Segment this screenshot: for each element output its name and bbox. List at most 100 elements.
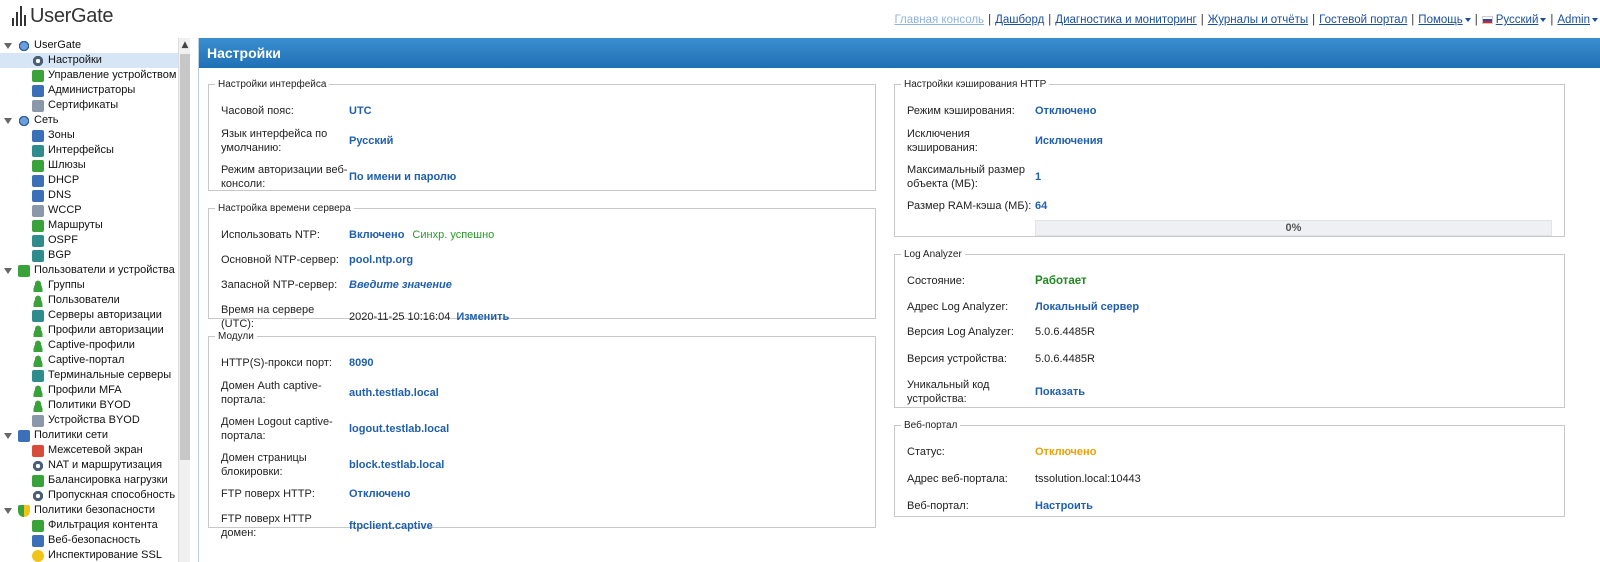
language-link[interactable]: Русский xyxy=(349,135,393,147)
tree-group-security-policies[interactable]: Политики безопасности xyxy=(0,503,155,518)
block-domain-link[interactable]: block.testlab.local xyxy=(349,459,444,471)
dns-icon xyxy=(32,189,44,202)
auth-mode-row: Режим авторизации веб-консоли: По имени и… xyxy=(221,164,457,190)
users-devices-icon xyxy=(18,264,30,277)
sidebar-item-content-filter[interactable]: Фильтрация контента xyxy=(32,518,158,533)
auth-mode-link[interactable]: По имени и паролю xyxy=(349,171,456,183)
logout-domain-row: Домен Logout captive-портала: logout.test… xyxy=(221,416,450,442)
sidebar-item-routes[interactable]: Маршруты xyxy=(32,218,103,233)
logout-domain-link[interactable]: logout.testlab.local xyxy=(349,423,449,435)
scrollbar-thumb[interactable] xyxy=(180,54,190,460)
sidebar-item-nat[interactable]: NAT и маршрутизация xyxy=(32,458,162,473)
http-cache-box: Настройки кэширования HTTP Режим кэширов… xyxy=(894,79,1565,237)
nav-main-console[interactable]: Главная консоль xyxy=(894,14,984,26)
sidebar-item-byod-devices[interactable]: Устройства BYOD xyxy=(32,413,140,428)
portal-status-row: Статус: Отключено xyxy=(907,446,1097,458)
nav-logs-reports[interactable]: Журналы и отчёты xyxy=(1208,14,1308,26)
sidebar-item-gateways[interactable]: Шлюзы xyxy=(32,158,86,173)
gateways-icon xyxy=(32,159,44,172)
expand-triangle-icon[interactable] xyxy=(4,267,12,274)
sidebar-item-admins[interactable]: Администраторы xyxy=(32,83,135,98)
nav-admin[interactable]: Admin xyxy=(1557,14,1598,26)
sidebar-item-mfa-profiles[interactable]: Профили MFA xyxy=(32,383,122,398)
captive-portal-icon xyxy=(32,354,44,367)
http-cache-legend: Настройки кэширования HTTP xyxy=(904,79,1047,90)
ntp-toggle-link[interactable]: Включено xyxy=(349,229,404,241)
sidebar-scrollbar[interactable]: ▲ xyxy=(178,38,190,562)
scroll-up-icon[interactable]: ▲ xyxy=(179,38,190,52)
sidebar-item-interfaces[interactable]: Интерфейсы xyxy=(32,143,114,158)
sidebar-item-auth-profiles[interactable]: Профили авторизации xyxy=(32,323,164,338)
sidebar-item-certificates[interactable]: Сертификаты xyxy=(32,98,118,113)
proxy-port-link[interactable]: 8090 xyxy=(349,357,373,369)
nav-help[interactable]: Помощь xyxy=(1418,14,1471,26)
ftp-toggle-link[interactable]: Отключено xyxy=(349,488,410,500)
proxy-port-row: HTTP(S)-прокси порт: 8090 xyxy=(221,357,374,369)
certificate-icon xyxy=(32,99,44,112)
network-policies-icon xyxy=(18,429,30,442)
chevron-down-icon xyxy=(1592,17,1598,22)
sidebar-item-groups[interactable]: Группы xyxy=(32,278,85,293)
sidebar-item-dns[interactable]: DNS xyxy=(32,188,71,203)
auth-domain-link[interactable]: auth.testlab.local xyxy=(349,387,439,399)
ftp-row: FTP поверх HTTP: Отключено xyxy=(221,488,411,500)
sidebar-item-auth-servers[interactable]: Серверы авторизации xyxy=(32,308,162,323)
sidebar-item-web-security[interactable]: Веб-безопасность xyxy=(32,533,140,548)
backup-ntp-input[interactable]: Введите значение xyxy=(349,279,452,291)
configure-portal-link[interactable]: Настроить xyxy=(1035,500,1093,512)
sidebar-item-bgp[interactable]: BGP xyxy=(32,248,71,263)
modules-box: Модули HTTP(S)-прокси порт: 8090 Домен Au… xyxy=(208,331,876,539)
change-time-link[interactable]: Изменить xyxy=(456,311,509,323)
sidebar-item-ospf[interactable]: OSPF xyxy=(32,233,78,248)
web-security-icon xyxy=(32,534,44,547)
sidebar-item-firewall[interactable]: Межсетевой экран xyxy=(32,443,143,458)
sidebar-item-device-management[interactable]: Управление устройством xyxy=(32,68,176,83)
network-icon xyxy=(18,114,30,127)
ftp-domain-link[interactable]: ftpclient.captive xyxy=(349,520,433,532)
nav-guest-portal[interactable]: Гостевой портал xyxy=(1319,14,1407,26)
mfa-icon xyxy=(32,384,44,397)
zones-icon xyxy=(32,129,44,142)
tree-group-network[interactable]: Сеть xyxy=(0,113,58,128)
web-portal-box: Веб-портал Статус: Отключено Адрес веб-по… xyxy=(894,420,1565,517)
expand-triangle-icon[interactable] xyxy=(4,432,12,439)
sidebar-item-bandwidth[interactable]: Пропускная способность xyxy=(32,488,175,503)
expand-triangle-icon[interactable] xyxy=(4,117,12,124)
firewall-icon xyxy=(32,444,44,457)
nav-diagnostics[interactable]: Диагностика и мониторинг xyxy=(1055,14,1196,26)
sidebar-item-ssl-inspection[interactable]: Инспектирование SSL xyxy=(32,548,162,562)
tree-group-usergate[interactable]: UserGate xyxy=(0,38,81,53)
expand-triangle-icon[interactable] xyxy=(4,507,12,514)
max-object-size-link[interactable]: 1 xyxy=(1035,171,1041,183)
tree-group-network-policies[interactable]: Политики сети xyxy=(0,428,108,443)
bgp-icon xyxy=(32,249,44,262)
sidebar-item-load-balancing[interactable]: Балансировка нагрузки xyxy=(32,473,168,488)
server-time-row: Время на сервере (UTC): 2020-11-25 10:16:… xyxy=(221,304,510,330)
la-address-link[interactable]: Локальный сервер xyxy=(1035,301,1139,313)
sidebar-item-captive-portal[interactable]: Captive-портал xyxy=(32,353,124,368)
show-unique-code-link[interactable]: Показать xyxy=(1035,386,1085,398)
modules-legend: Модули xyxy=(218,331,254,342)
users-icon xyxy=(32,294,44,307)
sidebar-item-captive-profiles[interactable]: Captive-профили xyxy=(32,338,135,353)
sidebar-item-byod-policies[interactable]: Политики BYOD xyxy=(32,398,131,413)
nav-dashboard[interactable]: Дашборд xyxy=(995,14,1044,26)
sidebar-item-dhcp[interactable]: DHCP xyxy=(32,173,79,188)
interfaces-icon xyxy=(32,144,44,157)
bandwidth-icon xyxy=(32,489,44,502)
cache-mode-link[interactable]: Отключено xyxy=(1035,105,1096,117)
sidebar-item-users[interactable]: Пользователи xyxy=(32,293,120,308)
primary-ntp-link[interactable]: pool.ntp.org xyxy=(349,254,413,266)
sidebar-item-terminal-servers[interactable]: Терминальные серверы xyxy=(32,368,171,383)
sidebar-item-settings[interactable]: Настройки xyxy=(0,53,178,68)
timezone-link[interactable]: UTC xyxy=(349,105,372,117)
sidebar-item-wccp[interactable]: WCCP xyxy=(32,203,82,218)
ram-cache-link[interactable]: 64 xyxy=(1035,200,1047,212)
ftp-domain-row: FTP поверх HTTP домен: ftpclient.captive xyxy=(221,513,433,539)
expand-triangle-icon[interactable] xyxy=(4,42,12,49)
sidebar-item-zones[interactable]: Зоны xyxy=(32,128,75,143)
nav-language[interactable]: Русский xyxy=(1481,14,1547,26)
cache-exceptions-link[interactable]: Исключения xyxy=(1035,135,1103,147)
tree-group-users-devices[interactable]: Пользователи и устройства xyxy=(0,263,175,278)
device-version-value: 5.0.6.4485R xyxy=(1035,353,1095,365)
